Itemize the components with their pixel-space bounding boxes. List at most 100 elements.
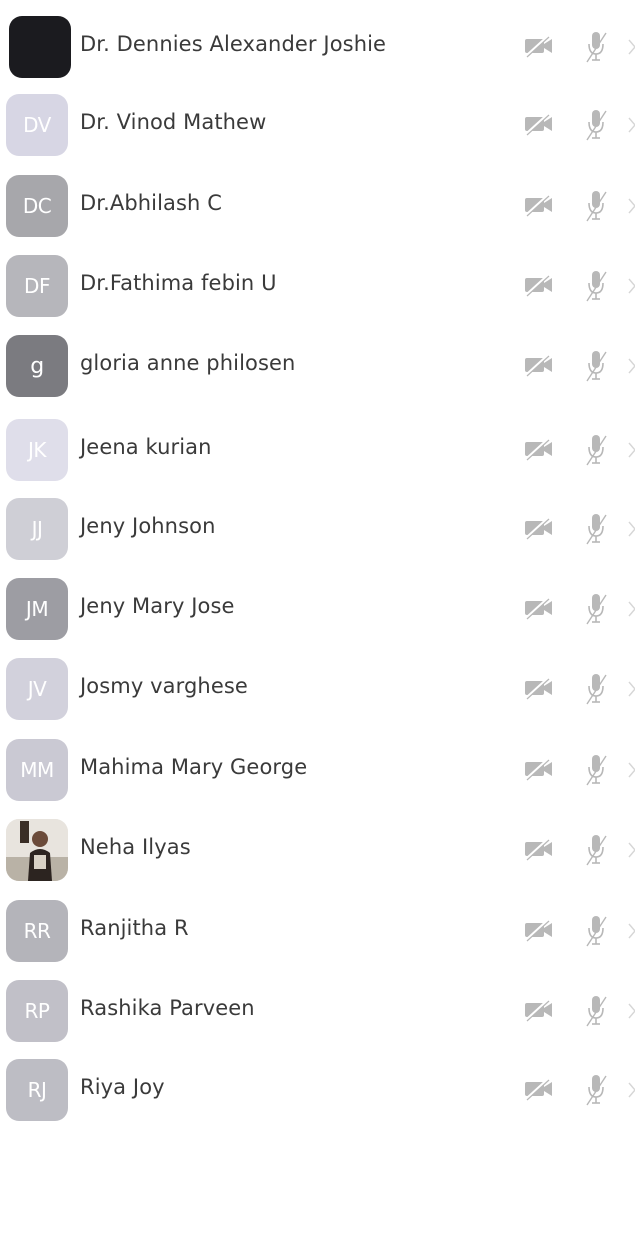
participant-row[interactable]: RJ Riya Joy xyxy=(0,1051,635,1131)
avatar: DV xyxy=(6,94,68,156)
participant-name: Dr.Fathima febin U xyxy=(80,271,277,295)
avatar-initials: DV xyxy=(23,113,51,137)
camera-off-icon[interactable] xyxy=(524,273,554,297)
camera-off-icon[interactable] xyxy=(524,918,554,942)
avatar-initials: DF xyxy=(24,274,50,298)
chevron-right-icon[interactable] xyxy=(627,921,635,941)
avatar-photo xyxy=(6,819,68,881)
avatar: JV xyxy=(6,658,68,720)
participant-row[interactable]: g gloria anne philosen xyxy=(0,327,635,407)
participant-name: Jeny Johnson xyxy=(80,514,216,538)
chevron-right-icon[interactable] xyxy=(627,196,635,216)
participant-row[interactable]: JM Jeny Mary Jose xyxy=(0,570,635,650)
camera-off-icon[interactable] xyxy=(524,837,554,861)
participant-controls xyxy=(524,269,635,305)
participant-name: Josmy varghese xyxy=(80,674,248,698)
chevron-right-icon[interactable] xyxy=(627,440,635,460)
chevron-right-icon[interactable] xyxy=(627,37,635,57)
avatar: RJ xyxy=(6,1059,68,1121)
participant-row[interactable]: Dr. Dennies Alexander Joshie xyxy=(0,8,635,88)
avatar-initials: RP xyxy=(24,999,50,1023)
camera-off-icon[interactable] xyxy=(524,1077,554,1101)
avatar: DF xyxy=(6,255,68,317)
avatar: JK xyxy=(6,419,68,481)
mic-off-icon[interactable] xyxy=(584,672,608,706)
avatar-initials: DC xyxy=(22,194,52,218)
participant-row[interactable]: DV Dr. Vinod Mathew xyxy=(0,86,635,166)
mic-off-icon[interactable] xyxy=(584,108,608,142)
chevron-right-icon[interactable] xyxy=(627,1080,635,1100)
participant-row[interactable]: JV Josmy varghese xyxy=(0,650,635,730)
camera-off-icon[interactable] xyxy=(524,353,554,377)
participant-row[interactable]: RR Ranjitha R xyxy=(0,892,635,972)
camera-off-icon[interactable] xyxy=(524,676,554,700)
participant-row[interactable]: RP Rashika Parveen xyxy=(0,972,635,1052)
chevron-right-icon[interactable] xyxy=(627,115,635,135)
participant-row[interactable]: DC Dr.Abhilash C xyxy=(0,167,635,247)
avatar-initials: JV xyxy=(27,677,47,701)
camera-off-icon[interactable] xyxy=(524,34,554,58)
camera-off-icon[interactable] xyxy=(524,112,554,136)
camera-off-icon[interactable] xyxy=(524,998,554,1022)
mic-off-icon[interactable] xyxy=(584,753,608,787)
avatar-initials: JK xyxy=(27,438,47,462)
participant-row[interactable]: MM Mahima Mary George xyxy=(0,731,635,811)
participant-name: Jeena kurian xyxy=(80,435,212,459)
participant-controls xyxy=(524,914,635,950)
avatar: JJ xyxy=(6,498,68,560)
participant-row[interactable]: Neha Ilyas xyxy=(0,811,635,891)
avatar: RR xyxy=(6,900,68,962)
avatar-initials: JM xyxy=(25,597,49,621)
mic-off-icon[interactable] xyxy=(584,994,608,1028)
camera-off-icon[interactable] xyxy=(524,437,554,461)
camera-off-icon[interactable] xyxy=(524,193,554,217)
camera-off-icon[interactable] xyxy=(524,596,554,620)
participant-controls xyxy=(524,349,635,385)
mic-off-icon[interactable] xyxy=(584,30,608,64)
chevron-right-icon[interactable] xyxy=(627,599,635,619)
participant-name: Ranjitha R xyxy=(80,916,189,940)
participant-name: Mahima Mary George xyxy=(80,755,308,779)
participant-controls xyxy=(524,189,635,225)
participant-name: gloria anne philosen xyxy=(80,351,296,375)
participant-name: Dr. Dennies Alexander Joshie xyxy=(80,32,387,56)
avatar-initials: RJ xyxy=(27,1078,47,1102)
mic-off-icon[interactable] xyxy=(584,189,608,223)
participant-controls xyxy=(524,108,635,144)
chevron-right-icon[interactable] xyxy=(627,519,635,539)
participant-controls xyxy=(524,592,635,628)
mic-off-icon[interactable] xyxy=(584,914,608,948)
participant-controls xyxy=(524,1073,635,1109)
mic-off-icon[interactable] xyxy=(584,1073,608,1107)
mic-off-icon[interactable] xyxy=(584,833,608,867)
chevron-right-icon[interactable] xyxy=(627,840,635,860)
participant-controls xyxy=(524,672,635,708)
participant-row[interactable]: DF Dr.Fathima febin U xyxy=(0,247,635,327)
chevron-right-icon[interactable] xyxy=(627,679,635,699)
avatar-initials: JJ xyxy=(31,517,43,541)
avatar: JM xyxy=(6,578,68,640)
chevron-right-icon[interactable] xyxy=(627,356,635,376)
participant-controls xyxy=(524,433,635,469)
chevron-right-icon[interactable] xyxy=(627,276,635,296)
participant-name: Dr. Vinod Mathew xyxy=(80,110,267,134)
avatar-initials: RR xyxy=(23,919,51,943)
mic-off-icon[interactable] xyxy=(584,592,608,626)
chevron-right-icon[interactable] xyxy=(627,760,635,780)
camera-off-icon[interactable] xyxy=(524,757,554,781)
camera-off-icon[interactable] xyxy=(524,516,554,540)
participant-row[interactable]: JK Jeena kurian xyxy=(0,411,635,491)
chevron-right-icon[interactable] xyxy=(627,1001,635,1021)
avatar: RP xyxy=(6,980,68,1042)
avatar: DC xyxy=(6,175,68,237)
participant-controls xyxy=(524,30,635,66)
participant-row[interactable]: JJ Jeny Johnson xyxy=(0,490,635,570)
participant-controls xyxy=(524,833,635,869)
participant-name: Dr.Abhilash C xyxy=(80,191,222,215)
avatar-initials: MM xyxy=(20,758,54,782)
mic-off-icon[interactable] xyxy=(584,349,608,383)
avatar-initials: g xyxy=(30,353,44,379)
mic-off-icon[interactable] xyxy=(584,269,608,303)
mic-off-icon[interactable] xyxy=(584,433,608,467)
mic-off-icon[interactable] xyxy=(584,512,608,546)
